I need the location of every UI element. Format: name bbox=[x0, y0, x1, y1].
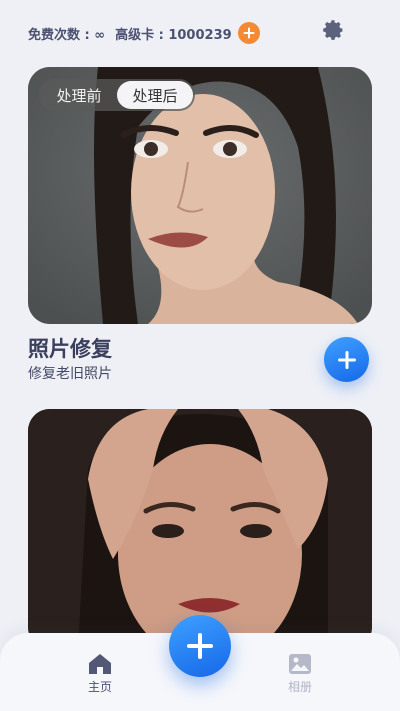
nav-home-label: 主页 bbox=[87, 680, 112, 694]
premium-card-label: 高级卡 : 1000239 bbox=[115, 27, 232, 43]
start-repair-button[interactable] bbox=[324, 337, 369, 382]
gallery-icon bbox=[289, 654, 311, 674]
plus-icon bbox=[337, 350, 356, 369]
top-bar: 免费次数 : ∞ 高级卡 : 1000239 bbox=[0, 0, 400, 62]
gear-icon bbox=[323, 20, 343, 40]
feature-title: 照片修复 bbox=[28, 337, 112, 361]
toggle-after[interactable]: 处理后 bbox=[117, 81, 193, 109]
add-credits-button[interactable] bbox=[237, 22, 260, 44]
plus-icon bbox=[187, 633, 213, 659]
toggle-before[interactable]: 处理前 bbox=[41, 81, 117, 109]
main-add-button[interactable] bbox=[169, 615, 231, 677]
plus-icon bbox=[243, 27, 255, 39]
quota-info: 免费次数 : ∞ 高级卡 : 1000239 bbox=[28, 22, 260, 44]
portrait-photo bbox=[28, 409, 372, 649]
free-count-label: 免费次数 : ∞ bbox=[28, 27, 106, 43]
home-icon bbox=[89, 654, 111, 674]
photo-repair-preview[interactable]: 处理前 处理后 bbox=[28, 67, 372, 324]
feature-subtitle: 修复老旧照片 bbox=[28, 366, 112, 382]
before-after-toggle[interactable]: 处理前 处理后 bbox=[39, 79, 195, 111]
feature-preview-card[interactable] bbox=[28, 409, 372, 649]
settings-button[interactable] bbox=[321, 18, 345, 42]
nav-item-home[interactable]: 主页 bbox=[70, 653, 130, 695]
nav-album-label: 相册 bbox=[287, 680, 312, 694]
nav-item-album[interactable]: 相册 bbox=[270, 653, 330, 695]
